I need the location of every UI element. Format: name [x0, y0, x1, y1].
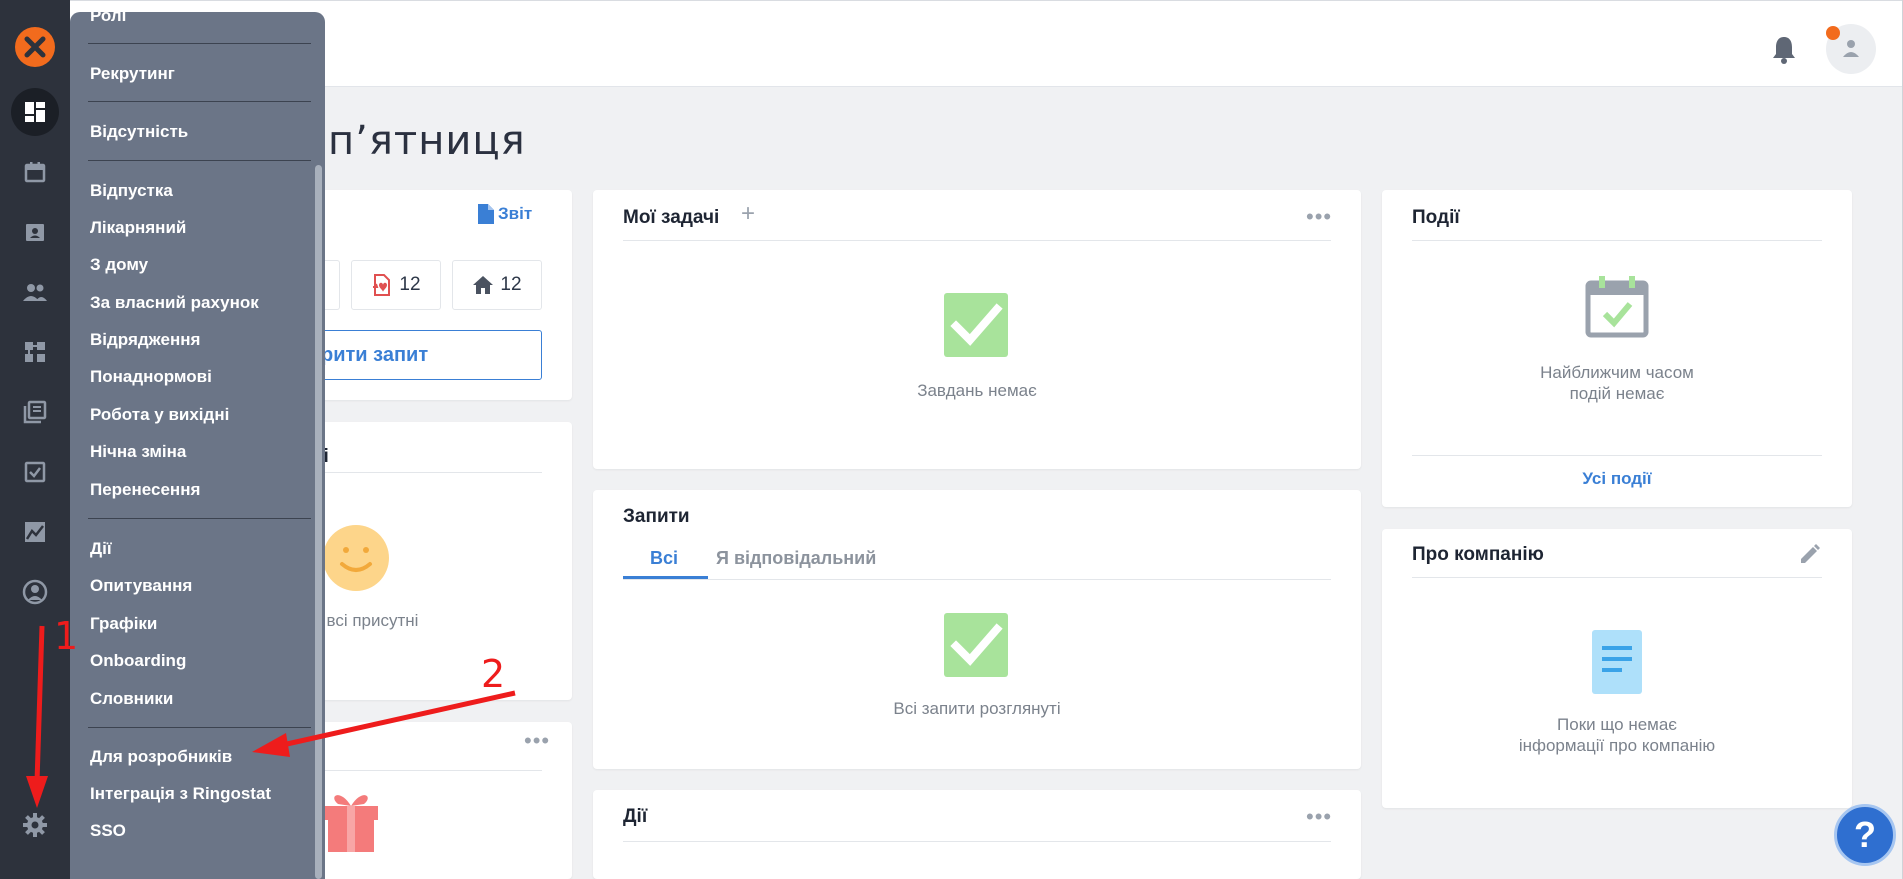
annotation-arrow-1 — [34, 625, 45, 783]
annotation-step-1: 1 — [54, 614, 79, 658]
annotation-arrows — [26, 625, 516, 808]
annotation-arrowhead-2 — [252, 733, 290, 757]
annotation-step-2: 2 — [481, 652, 506, 696]
annotation-arrow-2 — [277, 690, 516, 749]
annotation-arrowhead-1 — [26, 776, 48, 808]
